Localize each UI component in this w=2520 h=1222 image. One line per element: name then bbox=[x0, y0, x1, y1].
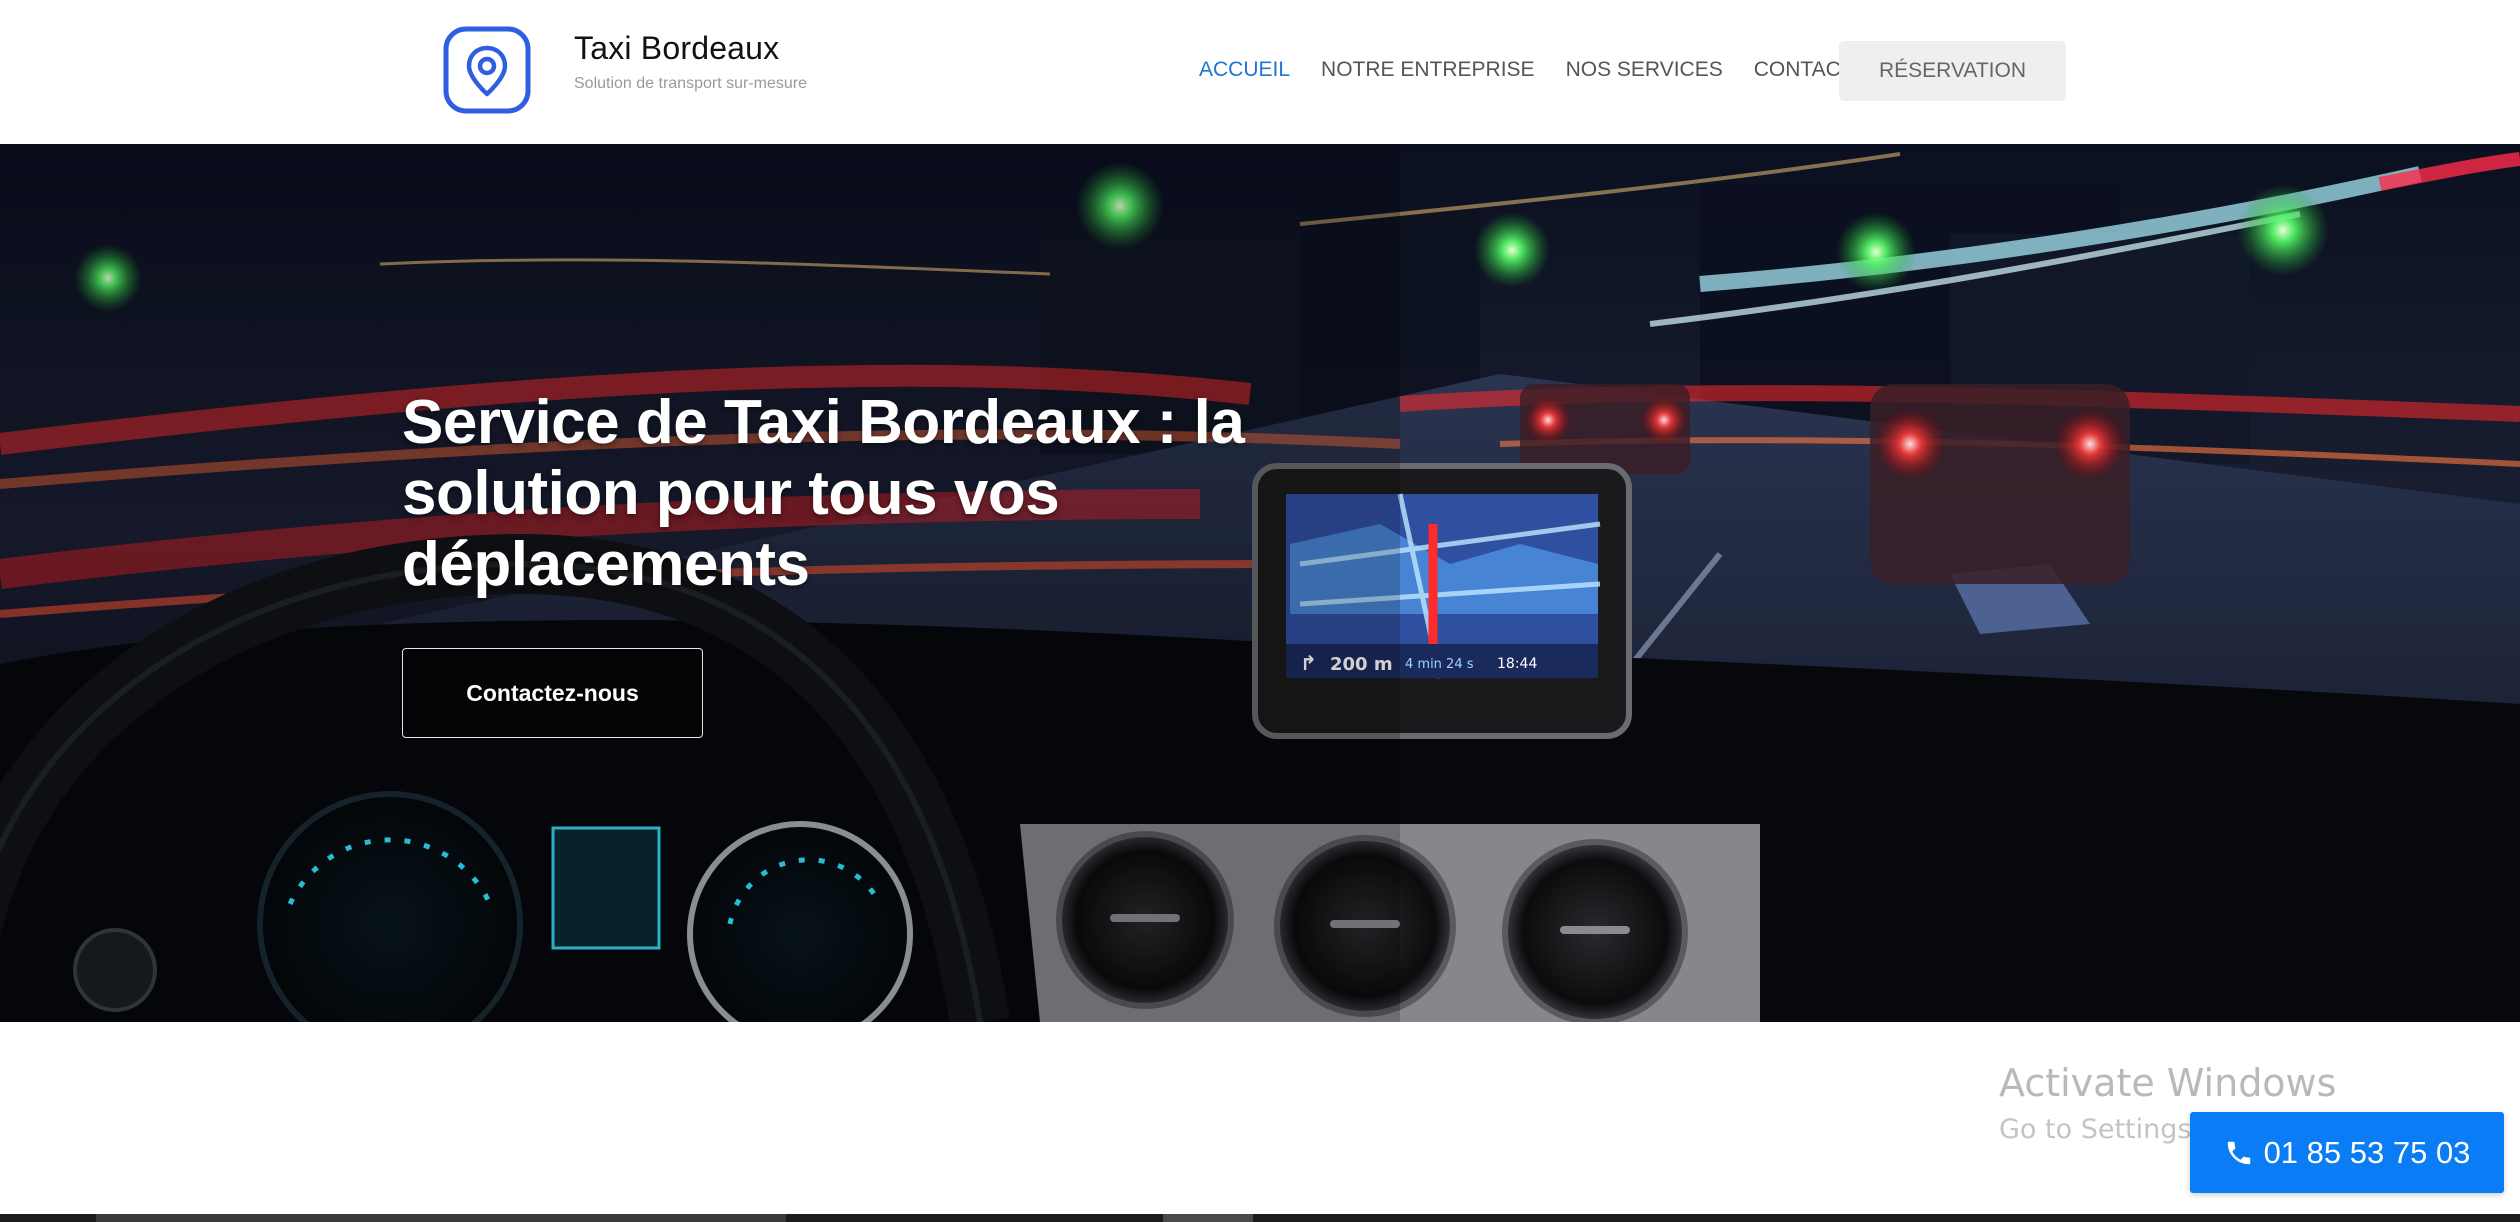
next-section-image-edge bbox=[1163, 1214, 1253, 1222]
nav-item-notre-entreprise[interactable]: NOTRE ENTREPRISE bbox=[1321, 58, 1535, 82]
page: Taxi Bordeaux Solution de transport sur-… bbox=[0, 0, 2520, 1222]
hero-section: ↱ 200 m 4 min 24 s 18:44 Service de Taxi… bbox=[0, 144, 2520, 1022]
brand-name[interactable]: Taxi Bordeaux bbox=[574, 30, 779, 67]
gps-duration: 4 min 24 s bbox=[1405, 657, 1474, 672]
gps-time: 18:44 bbox=[1497, 656, 1537, 672]
next-section-image-edge bbox=[96, 1214, 786, 1222]
phone-icon bbox=[2227, 1141, 2250, 1164]
brand-tagline: Solution de transport sur-mesure bbox=[574, 75, 807, 92]
reservation-button[interactable]: RÉSERVATION bbox=[1839, 41, 2066, 101]
phone-number: 01 85 53 75 03 bbox=[2263, 1134, 2471, 1170]
windows-activation-title: Activate Windows bbox=[1999, 1061, 2337, 1105]
main-nav: ACCUEIL NOTRE ENTREPRISE NOS SERVICES CO… bbox=[1199, 40, 1885, 100]
nav-item-accueil[interactable]: ACCUEIL bbox=[1199, 58, 1290, 82]
nav-item-nos-services[interactable]: NOS SERVICES bbox=[1566, 58, 1723, 82]
site-header: Taxi Bordeaux Solution de transport sur-… bbox=[0, 0, 2520, 144]
contact-us-button[interactable]: Contactez-nous bbox=[402, 648, 703, 738]
map-pin-icon[interactable] bbox=[443, 26, 531, 114]
hero-title: Service de Taxi Bordeaux : la solution p… bbox=[402, 388, 1245, 599]
call-phone-button[interactable]: 01 85 53 75 03 bbox=[2190, 1112, 2504, 1193]
